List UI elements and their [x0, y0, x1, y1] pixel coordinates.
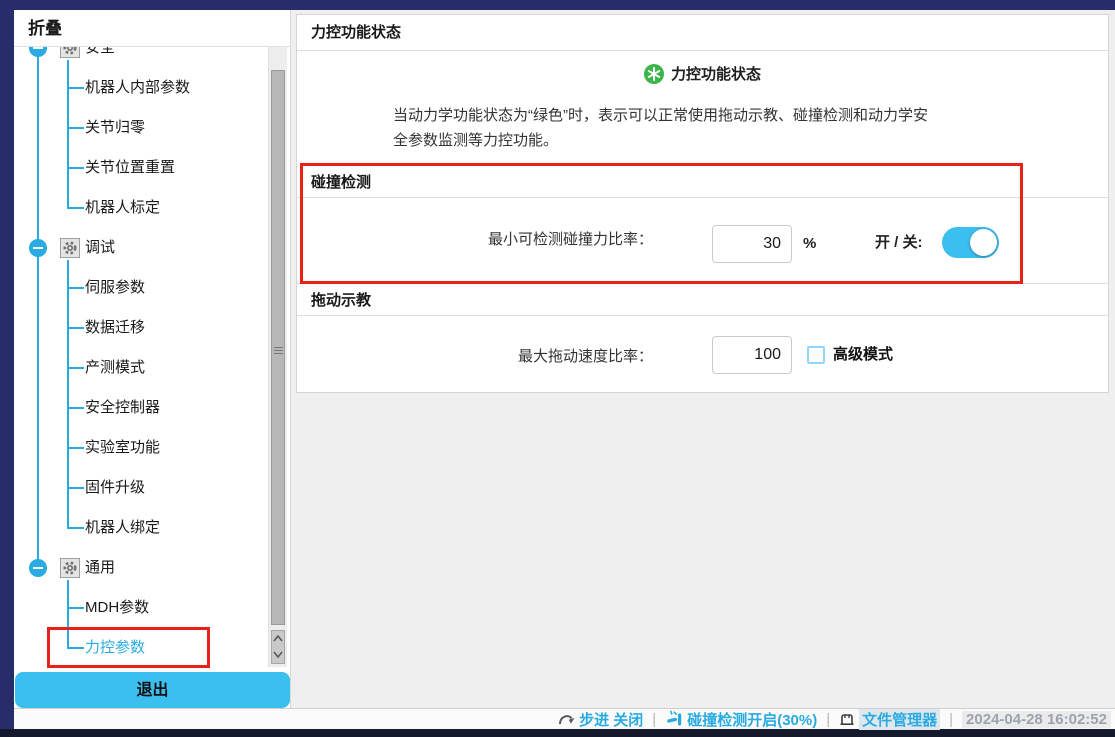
drag-speed-input[interactable] [712, 336, 792, 374]
drag-speed-label: 最大拖动速度比率： [297, 347, 653, 367]
tree-item[interactable]: 固件升级 [85, 478, 145, 498]
tree-connector-stub [67, 127, 84, 129]
tree-connector-stub [67, 407, 84, 409]
tree-connector-stub [67, 607, 84, 609]
tree-connector-stub [67, 327, 84, 329]
tree-collapse-toggle[interactable] [29, 47, 47, 57]
exit-button[interactable]: 退出 [15, 672, 290, 708]
gear-icon [60, 238, 80, 258]
tree-connector-trunk [37, 48, 39, 568]
statusbar-separator: | [826, 711, 830, 728]
step-arrow-icon [558, 711, 575, 727]
description-line-2: 全参数监测等力控功能。 [393, 128, 1018, 153]
tree-item[interactable]: 安全 [85, 47, 115, 58]
force-status-description: 当动力学功能状态为“绿色”时，表示可以正常使用拖动示教、碰撞检测和动力学安 全参… [393, 103, 1018, 153]
tree-item[interactable]: 数据迁移 [85, 318, 145, 338]
app-window: 折叠 安全机器人内部参数关节归零关节位置重置机器人标定调试伺服参数数据迁移产测模… [0, 0, 1115, 737]
tree-connector-stub [67, 287, 84, 289]
tree-item[interactable]: 产测模式 [85, 358, 145, 378]
force-status-title: 力控功能状态 [671, 63, 761, 84]
chevron-down-icon[interactable] [272, 647, 284, 662]
main-panel: 力控功能状态 力控功能状态 当动力学功能状态为“绿色”时，表示可以正常使用拖动示… [296, 14, 1109, 393]
status-timestamp: 2024-04-28 16:02:52 [962, 711, 1111, 728]
collision-ratio-input[interactable] [712, 225, 792, 263]
collision-status-label: 碰撞检测开启(30%) [687, 709, 817, 730]
statusbar-separator: | [949, 711, 953, 728]
tree-collapse-toggle[interactable] [29, 239, 47, 257]
collision-ratio-label: 最小可检测碰撞力比率： [297, 230, 653, 250]
gear-icon [60, 558, 80, 578]
tree-item[interactable]: 机器人标定 [85, 198, 160, 218]
tree-connector-stub [67, 527, 84, 529]
step-status-label: 步进 关闭 [579, 709, 643, 730]
tree-item[interactable]: 关节归零 [85, 118, 145, 138]
tree-item[interactable]: 通用 [85, 558, 115, 578]
sidebar-tree: 安全机器人内部参数关节归零关节位置重置机器人标定调试伺服参数数据迁移产测模式安全… [14, 47, 290, 667]
tree-connector-stub [67, 367, 84, 369]
sidebar-scrollbar[interactable] [268, 47, 287, 667]
collision-section-title: 碰撞检测 [297, 165, 1108, 198]
force-status-green-icon [644, 64, 664, 84]
tree-connector-stub [67, 447, 84, 449]
sidebar-collapse-header[interactable]: 折叠 [14, 10, 290, 47]
tree-item[interactable]: 力控参数 [85, 638, 145, 658]
percent-unit-label: % [803, 234, 816, 254]
tree-item[interactable]: MDH参数 [85, 598, 149, 618]
collision-icon [665, 710, 683, 728]
statusbar-separator: | [652, 711, 656, 728]
tree-collapse-toggle[interactable] [29, 559, 47, 577]
window-frame-bottom [0, 729, 1115, 737]
tree-connector-stub [67, 647, 84, 649]
scrollbar-thumb[interactable] [271, 70, 285, 625]
tree-item[interactable]: 伺服参数 [85, 278, 145, 298]
window-frame-top [0, 0, 1115, 10]
tree-connector-stub [67, 207, 84, 209]
tree-item[interactable]: 安全控制器 [85, 398, 160, 418]
chevron-up-icon[interactable] [272, 632, 284, 647]
step-status-item[interactable]: 步进 关闭 [558, 709, 643, 730]
on-off-label: 开 / 关: [875, 233, 923, 253]
tree-connector-stub [67, 87, 84, 89]
scrollbar-grip-icon [274, 347, 283, 354]
file-manager-icon [839, 711, 855, 727]
tree-item[interactable]: 机器人绑定 [85, 518, 160, 538]
tree-item[interactable]: 关节位置重置 [85, 158, 175, 178]
file-manager-item[interactable]: 文件管理器 [839, 709, 940, 730]
scrollbar-buttons[interactable] [271, 630, 285, 664]
tree-item[interactable]: 实验室功能 [85, 438, 160, 458]
panel-title: 力控功能状态 [297, 15, 1108, 51]
tree-connector-branch [67, 580, 69, 648]
tree-connector-branch [67, 60, 69, 208]
toggle-knob [970, 229, 997, 256]
sidebar: 折叠 安全机器人内部参数关节归零关节位置重置机器人标定调试伺服参数数据迁移产测模… [14, 10, 291, 708]
force-status-row: 力控功能状态 [297, 63, 1108, 84]
gear-icon [60, 47, 80, 58]
tree-item[interactable]: 机器人内部参数 [85, 78, 190, 98]
advanced-mode-checkbox[interactable] [807, 346, 825, 364]
tree-connector-stub [67, 487, 84, 489]
status-bar: 步进 关闭 | 碰撞检测开启(30%) | 文件管理器 | [14, 708, 1115, 729]
tree-item[interactable]: 调试 [85, 238, 115, 258]
window-frame-left [0, 10, 14, 729]
drag-section-title: 拖动示教 [297, 283, 1108, 316]
tree-connector-stub [67, 167, 84, 169]
file-manager-label: 文件管理器 [859, 709, 940, 730]
advanced-mode-label: 高级模式 [833, 345, 893, 365]
collision-toggle-switch[interactable] [942, 227, 999, 258]
description-line-1: 当动力学功能状态为“绿色”时，表示可以正常使用拖动示教、碰撞检测和动力学安 [393, 103, 1018, 128]
collision-status-item[interactable]: 碰撞检测开启(30%) [665, 709, 817, 730]
